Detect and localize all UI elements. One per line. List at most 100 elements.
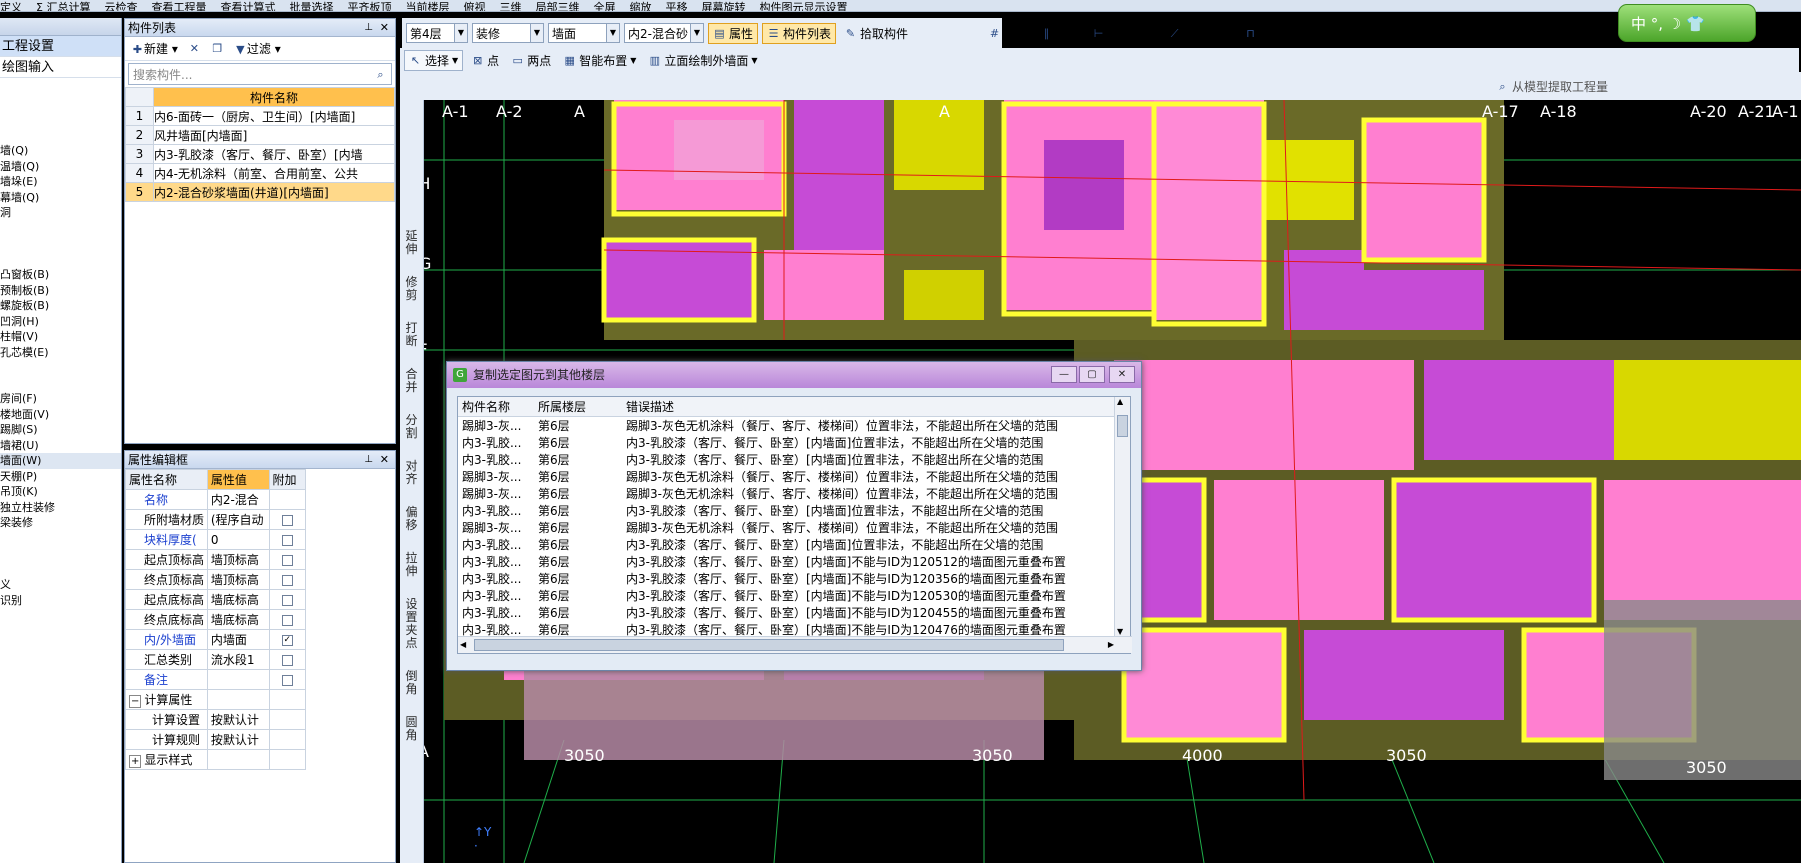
edit-tool-6[interactable]: 偏移 (404, 506, 420, 532)
edit-tool-2[interactable]: 打断 (404, 322, 420, 348)
top-toolbar-item[interactable]: 构件图元显示设置 (759, 2, 847, 11)
pick-component-button[interactable]: ✎ 拾取构件 (840, 23, 912, 44)
property-row[interactable]: 备注 (125, 669, 306, 690)
prop-value[interactable]: 按默认计 (206, 729, 270, 750)
error-row[interactable]: 内3-乳胶... 第6层 内3-乳胶漆（客厅、餐厅、卧室）[内墙面]不能与ID为12… (458, 570, 1116, 587)
nav-tree-item[interactable]: 义 (0, 577, 121, 593)
col-error-desc[interactable]: 错误描述 (622, 397, 1116, 417)
scroll-right-icon[interactable]: ▶ (1108, 640, 1114, 649)
top-toolbar-item[interactable]: 查看工程量 (151, 2, 206, 11)
prop-value[interactable]: 0 (206, 529, 270, 550)
expand-icon[interactable]: + (129, 755, 142, 768)
new-component-button[interactable]: ✚ 新建 ▾ (131, 40, 178, 57)
minimize-button[interactable]: — (1051, 366, 1077, 383)
property-row[interactable]: − 计算属性 (125, 689, 306, 710)
nav-tree-item[interactable]: 独立柱装修 (0, 500, 121, 516)
error-row[interactable]: 内3-乳胶... 第6层 内3-乳胶漆（客厅、餐厅、卧室）[内墙面]位置非法，不能超… (458, 502, 1116, 519)
top-toolbar-item[interactable]: 三维 (499, 2, 521, 11)
prop-value[interactable]: 内墙面 (206, 629, 270, 650)
pin-icon[interactable]: ⊥ (364, 19, 373, 37)
nav-tree-item[interactable] (0, 531, 121, 547)
error-row[interactable]: 内3-乳胶... 第6层 内3-乳胶漆（客厅、餐厅、卧室）[内墙面]不能与ID为12… (458, 587, 1116, 604)
close-icon[interactable]: ✕ (380, 19, 389, 37)
two-point-axis-button[interactable]: # 两点 (984, 23, 1032, 44)
nav-tree-item[interactable]: 墙(Q) (0, 143, 121, 159)
delete-icon[interactable]: ✕ (188, 42, 201, 55)
pin-icon[interactable]: ⊥ (364, 451, 373, 469)
nav-tree-item[interactable] (0, 546, 121, 562)
close-button[interactable]: ✕ (1109, 366, 1135, 383)
nav-tree-item[interactable]: 洞 (0, 205, 121, 221)
prop-value[interactable]: (程序自动 (206, 509, 270, 530)
nav-tree-item[interactable]: 凹洞(H) (0, 314, 121, 330)
outer-wall-button[interactable]: ▥ 立面绘制外墙面 ▼ (644, 50, 761, 71)
property-row[interactable]: 所附墙材质 (程序自动 (125, 509, 306, 530)
error-row[interactable]: 踢脚3-灰... 第6层 踢脚3-灰色无机涂料（餐厅、客厅、楼梯间）位置非法，不能超… (458, 485, 1116, 502)
top-toolbar-item[interactable]: 平齐板顶 (347, 2, 391, 11)
top-toolbar-item[interactable]: 云检查 (104, 2, 137, 11)
prop-value[interactable] (206, 669, 270, 690)
top-toolbar-item[interactable]: 俯视 (463, 2, 485, 11)
nav-tree-item[interactable]: 墙裙(U) (0, 438, 121, 454)
filter-button[interactable]: ▼ 过滤 ▾ (234, 40, 281, 57)
nav-tree-item[interactable]: 踢脚(S) (0, 422, 121, 438)
nav-tree-item[interactable]: 孔芯模(E) (0, 345, 121, 361)
error-row[interactable]: 内3-乳胶... 第6层 内3-乳胶漆（客厅、餐厅、卧室）[内墙面]不能与ID为12… (458, 621, 1116, 638)
search-input[interactable]: 搜索构件... ⌕ (128, 63, 392, 85)
checkbox[interactable] (281, 674, 293, 686)
top-toolbar-item[interactable]: 平移 (665, 2, 687, 11)
property-row[interactable]: 起点底标高 墙底标高 (125, 589, 306, 610)
checkbox[interactable] (281, 654, 293, 666)
property-row[interactable]: 终点底标高 墙底标高 (125, 609, 306, 630)
property-row[interactable]: + 显示样式 (125, 749, 306, 770)
top-toolbar-item[interactable]: 屏幕旋转 (701, 2, 745, 11)
nav-tree-item[interactable]: 柱帽(V) (0, 329, 121, 345)
property-row[interactable]: 名称 内2-混合 (125, 489, 306, 510)
component-row[interactable]: 3 内3-乳胶漆（客厅、餐厅、卧室）[内墙 (125, 144, 395, 164)
align-mark-button[interactable]: ⟋ 对齐标注 (1164, 23, 1236, 44)
scroll-thumb[interactable] (1117, 415, 1128, 437)
top-toolbar-item[interactable]: 定义 (0, 2, 22, 11)
prop-value[interactable]: 流水段1 (206, 649, 270, 670)
nav-tree-item[interactable]: 螺旋板(B) (0, 298, 121, 314)
element-select[interactable]: 内2-混合砂 ▼ (624, 23, 704, 43)
property-row[interactable]: 汇总类别 流水段1 (125, 649, 306, 670)
property-row[interactable]: 计算规则 按默认计 (125, 729, 306, 750)
checkbox[interactable] (281, 594, 293, 606)
scroll-left-icon[interactable]: ◀ (460, 640, 466, 649)
nav-item-draw-input[interactable]: 绘图输入 (0, 57, 121, 78)
input-method-badge[interactable]: 中 °, ☽ 👕 (1618, 4, 1756, 42)
scroll-up-icon[interactable]: ▲ (1117, 397, 1123, 406)
prop-value[interactable]: 按默认计 (206, 709, 270, 730)
checkbox[interactable] (281, 614, 293, 626)
component-row[interactable]: 4 内4-无机涂料（前室、合用前室、公共 (125, 163, 395, 183)
edit-tool-4[interactable]: 分割 (404, 414, 420, 440)
top-toolbar-item[interactable]: 当前楼层 (405, 2, 449, 11)
nav-tree-item[interactable]: 幕墙(Q) (0, 190, 121, 206)
maximize-button[interactable]: ▢ (1079, 366, 1105, 383)
property-row[interactable]: 块料厚度(0 (125, 529, 306, 550)
vertical-scrollbar[interactable]: ▲ ▼ (1114, 397, 1130, 636)
nav-tree-item[interactable]: 凸窗板(B) (0, 267, 121, 283)
scroll-down-icon[interactable]: ▼ (1117, 627, 1123, 636)
top-toolbar-item[interactable]: 全屏 (593, 2, 615, 11)
top-toolbar-item[interactable]: 批量选择 (289, 2, 333, 11)
nav-tree-item[interactable] (0, 221, 121, 237)
prop-value[interactable] (206, 689, 270, 710)
top-toolbar-item[interactable]: 查看计算式 (220, 2, 275, 11)
error-row[interactable]: 内3-乳胶... 第6层 内3-乳胶漆（客厅、餐厅、卧室）[内墙面]位置非法，不能超… (458, 434, 1116, 451)
error-row[interactable]: 内3-乳胶... 第6层 内3-乳胶漆（客厅、餐厅、卧室）[内墙面]不能与ID为12… (458, 604, 1116, 621)
top-toolbar-item[interactable]: 缩放 (629, 2, 651, 11)
checkbox[interactable] (281, 554, 293, 566)
nav-tree-item[interactable]: 预制板(B) (0, 283, 121, 299)
smart-layout-button[interactable]: ▦ 智能布置 ▼ (559, 50, 640, 71)
nav-tree-item[interactable]: 识别 (0, 593, 121, 609)
prop-value[interactable]: 墙底标高 (206, 589, 270, 610)
nav-tree-item[interactable] (0, 236, 121, 252)
expand-icon[interactable]: − (129, 695, 142, 708)
point-button[interactable]: ⊠ 点 (467, 50, 503, 71)
hscroll-thumb[interactable] (474, 639, 1064, 651)
nav-tree-item[interactable] (0, 360, 121, 376)
checkbox[interactable]: ✓ (281, 634, 293, 646)
copy-icon[interactable]: ❐ (211, 42, 224, 55)
